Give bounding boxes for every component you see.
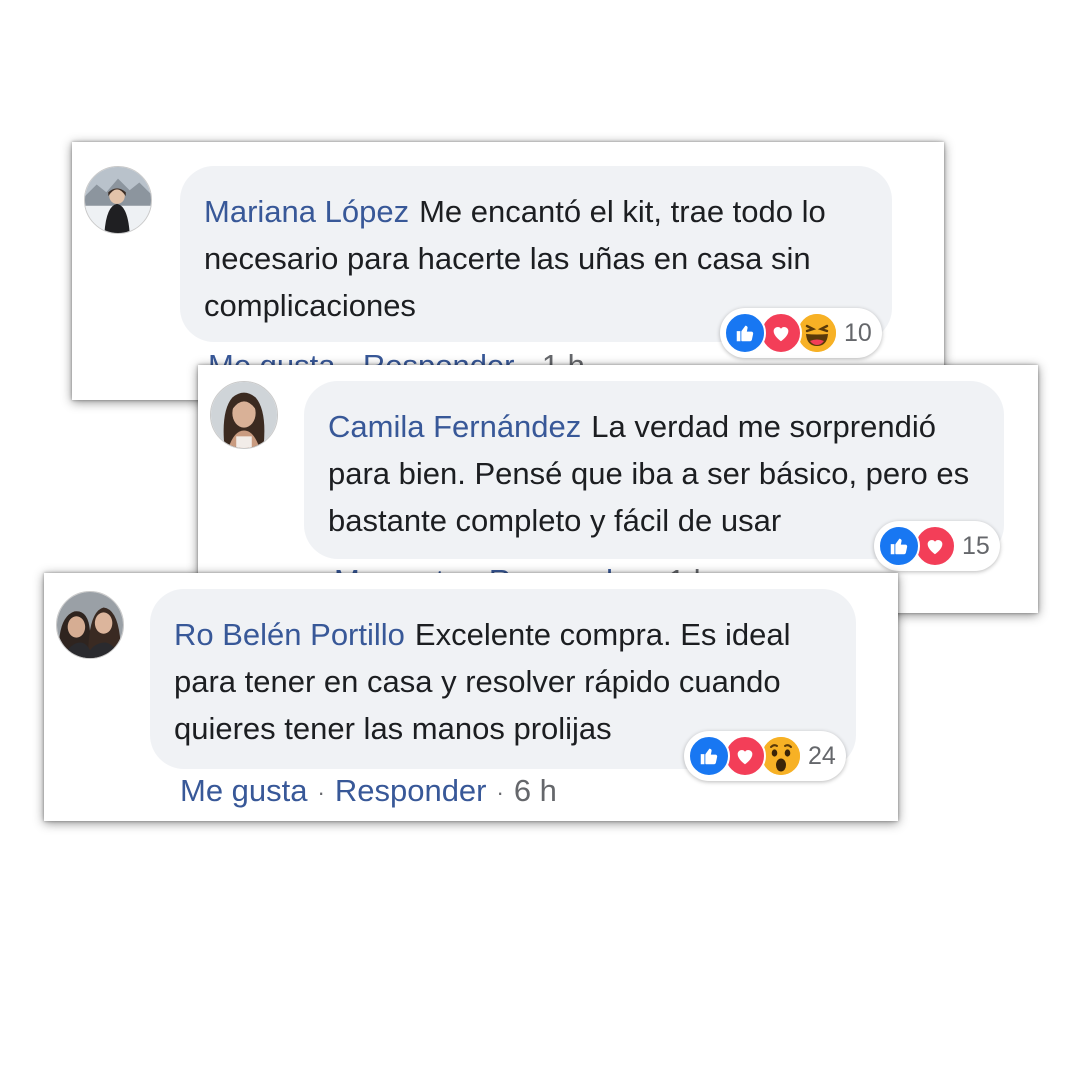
haha-icon [796, 312, 838, 354]
separator-dot: · [496, 779, 504, 805]
comment-time[interactable]: 6 h [514, 773, 557, 808]
comment-author-name[interactable]: Ro Belén Portillo [174, 617, 405, 652]
reply-link[interactable]: Responder [335, 773, 487, 808]
avatar-photo-icon [211, 382, 277, 448]
comment-author-name[interactable]: Camila Fernández [328, 409, 581, 444]
comment-collage: Mariana López Me encantó el kit, trae tod… [0, 0, 1080, 1080]
wow-icon [760, 735, 802, 777]
avatar[interactable] [210, 381, 278, 449]
reactions-summary[interactable]: 10 [720, 308, 882, 358]
love-icon [760, 312, 802, 354]
comment-author-name[interactable]: Mariana López [204, 194, 409, 229]
love-icon [724, 735, 766, 777]
comment-card-1: Mariana López Me encantó el kit, trae tod… [72, 142, 944, 400]
like-icon [724, 312, 766, 354]
like-icon [878, 525, 920, 567]
like-icon [688, 735, 730, 777]
separator-dot: · [317, 779, 325, 805]
reaction-count: 15 [962, 531, 990, 560]
avatar[interactable] [56, 591, 124, 659]
avatar[interactable] [84, 166, 152, 234]
avatar-photo-icon [57, 592, 123, 658]
reactions-summary[interactable]: 24 [684, 731, 846, 781]
avatar-photo-icon [85, 167, 151, 233]
reactions-summary[interactable]: 15 [874, 521, 1000, 571]
comment-actions: Me gusta · Responder · 6 h [180, 773, 557, 809]
love-icon [914, 525, 956, 567]
comment-card-3: Ro Belén Portillo Excelente compra. Es id… [44, 573, 898, 821]
reaction-count: 10 [844, 318, 872, 347]
reaction-count: 24 [808, 741, 836, 770]
like-link[interactable]: Me gusta [180, 773, 308, 808]
